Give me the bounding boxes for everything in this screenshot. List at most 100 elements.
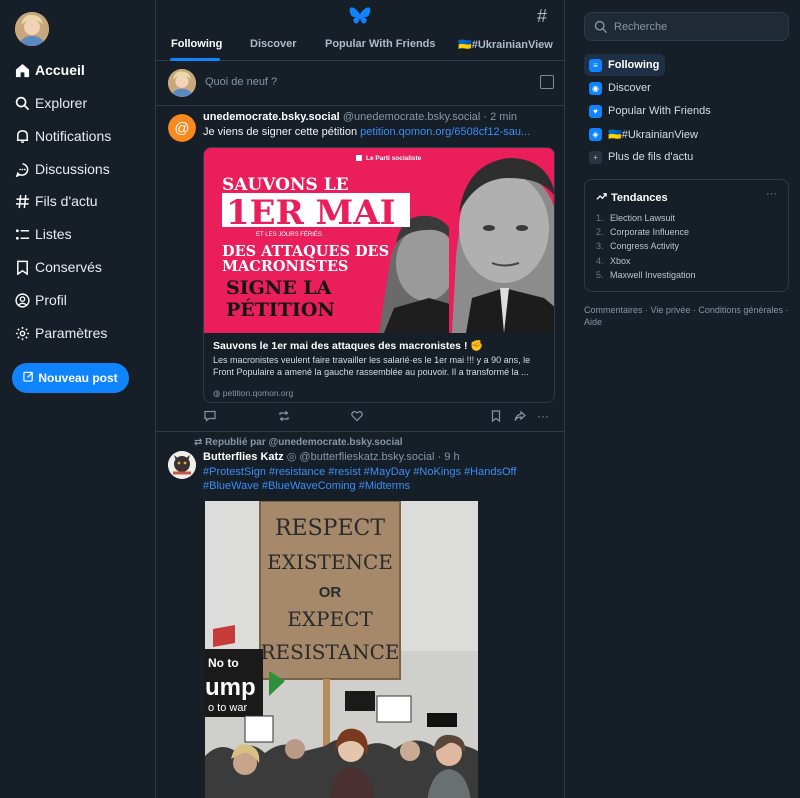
more-icon[interactable]: ···	[536, 409, 550, 423]
feed-link-ukrainianview[interactable]: ◈ 🇺🇦#UkrainianView	[584, 123, 704, 145]
like-icon[interactable]	[350, 409, 364, 423]
tab-discover[interactable]: Discover	[250, 38, 296, 50]
gear-icon	[14, 325, 30, 341]
bluesky-butterfly-icon[interactable]	[349, 6, 371, 26]
trend-item[interactable]: 4. Xbox	[596, 256, 631, 266]
new-post-button[interactable]: Nouveau post	[12, 363, 129, 393]
nav-home[interactable]: Accueil	[14, 62, 85, 78]
feeds-hash-icon[interactable]: #	[537, 6, 547, 27]
sign-line-4: EXPECT	[287, 607, 373, 631]
footer-link-terms[interactable]: Conditions générales	[698, 305, 783, 315]
search-icon	[594, 20, 608, 34]
composer-prompt[interactable]: Quoi de neuf ?	[156, 62, 564, 106]
more-feeds-link[interactable]: + Plus de fils d'actu	[584, 146, 699, 168]
post-hashtags[interactable]: #ProtestSign #resistance #resist #MayDay…	[203, 465, 543, 493]
trends-header: Tendances	[596, 191, 668, 205]
bookmark-icon[interactable]	[489, 409, 503, 423]
nav-notifications[interactable]: Notifications	[14, 128, 111, 144]
card-headline-5: MACRONISTES	[222, 258, 348, 275]
nav-label: Paramètres	[35, 325, 108, 341]
feed-link-discover[interactable]: ◉ Discover	[584, 77, 657, 99]
search-input[interactable]	[614, 20, 784, 33]
trends-panel: Tendances ··· 1. Election Lawsuit 2. Corpo…	[584, 179, 789, 292]
nav-feeds[interactable]: Fils d'actu	[14, 193, 98, 209]
post-author-avatar[interactable]: @	[168, 114, 196, 142]
edit-icon	[23, 371, 34, 385]
post-item[interactable]: @ unedemocrate.bsky.social @unedemocrate…	[156, 106, 564, 432]
home-icon	[14, 62, 30, 78]
nav-profile[interactable]: Profil	[14, 292, 67, 308]
search-bar[interactable]	[584, 12, 789, 41]
post-photo[interactable]: RESPECT EXISTENCE OR EXPECT RESISTANCE N…	[205, 501, 478, 798]
link-card[interactable]: Le Parti socialiste SAUVONS LE 1ER MAI E…	[203, 147, 555, 403]
author-handle[interactable]: @butterflieskatz.bsky.social	[299, 451, 434, 463]
bell-icon	[14, 128, 30, 144]
feed-link-following[interactable]: ≡ Following	[584, 54, 666, 76]
nav-label: Profil	[35, 292, 67, 308]
footer-links: Commentaires · Vie privée · Conditions g…	[584, 305, 789, 327]
bookmark-icon	[14, 259, 30, 275]
nav-discussions[interactable]: Discussions	[14, 161, 110, 177]
nav-settings[interactable]: Paramètres	[14, 325, 107, 341]
footer-link-help[interactable]: Aide	[584, 317, 602, 327]
trend-item[interactable]: 2. Corporate Influence	[596, 227, 689, 237]
tab-following[interactable]: Following	[171, 38, 222, 50]
nav-label: Accueil	[35, 62, 85, 78]
user-avatar[interactable]	[15, 12, 49, 46]
footer-link-feedback[interactable]: Commentaires	[584, 305, 643, 315]
card-title: Sauvons le 1er mai des attaques des macr…	[213, 340, 484, 352]
profile-icon	[14, 292, 30, 308]
card-image: Le Parti socialiste SAUVONS LE 1ER MAI E…	[204, 148, 554, 333]
feed-link-popular-with-friends[interactable]: ♥ Popular With Friends	[584, 100, 717, 122]
author-display-name[interactable]: Butterflies Katz	[203, 451, 284, 463]
list-icon	[14, 226, 30, 242]
nav-label: Discussions	[35, 161, 110, 177]
repost-indicator[interactable]: ⇄ Republié par @unedemocrate.bsky.social	[194, 437, 403, 448]
plus-icon: +	[589, 150, 602, 164]
nav-label: Listes	[35, 226, 72, 242]
feed-label: Popular With Friends	[608, 105, 711, 117]
sign-line-1: RESPECT	[275, 516, 385, 541]
nav-saved[interactable]: Conservés	[14, 259, 102, 275]
share-icon[interactable]	[513, 409, 527, 423]
author-display-name[interactable]: unedemocrate.bsky.social	[203, 111, 340, 123]
card-party-logo: Le Parti socialiste	[366, 155, 422, 162]
globe-icon: ◍	[213, 388, 221, 398]
tab-popular-with-friends[interactable]: Popular With Friends	[325, 38, 436, 50]
card-headline-1: SAUVONS LE	[222, 175, 349, 195]
repost-icon[interactable]	[277, 409, 291, 423]
post-time[interactable]: · 2 min	[483, 111, 517, 123]
post-link[interactable]: petition.qomon.org/6508cf12-sau...	[360, 126, 530, 138]
heart-feed-icon: ♥	[589, 104, 602, 118]
chat-icon	[14, 161, 30, 177]
card-headline-2: 1ER MAI	[226, 193, 396, 233]
trend-item[interactable]: 3. Congress Activity	[596, 241, 679, 251]
footer-link-privacy[interactable]: Vie privée	[651, 305, 691, 315]
repost-small-icon: ⇄	[194, 437, 203, 448]
active-tab-indicator	[170, 58, 220, 61]
svg-text:@: @	[174, 120, 189, 137]
author-handle[interactable]: @unedemocrate.bsky.social	[343, 111, 481, 123]
trend-item[interactable]: 5. Maxwell Investigation	[596, 270, 696, 280]
trend-item[interactable]: 1. Election Lawsuit	[596, 213, 675, 223]
post-item[interactable]: ⇄ Republié par @unedemocrate.bsky.social…	[156, 432, 564, 798]
reply-icon[interactable]	[203, 409, 217, 423]
feed-label: 🇺🇦#UkrainianView	[608, 128, 698, 141]
nav-lists[interactable]: Listes	[14, 226, 72, 242]
right-sidebar: ≡ Following ◉ Discover ♥ Popular With Fr…	[566, 0, 800, 798]
trending-icon	[596, 191, 607, 205]
new-post-label: Nouveau post	[38, 371, 118, 385]
nav-label: Notifications	[35, 128, 112, 144]
nav-label: Explorer	[35, 95, 88, 111]
post-author-avatar[interactable]	[168, 451, 196, 479]
post-body: Je viens de signer cette pétition	[203, 126, 358, 138]
tab-ukrainianview[interactable]: 🇺🇦#UkrainianView	[458, 38, 553, 51]
following-feed-icon: ≡	[589, 58, 602, 72]
post-time[interactable]: · 9 h	[438, 451, 460, 463]
trends-more-icon[interactable]: ···	[766, 188, 777, 200]
discover-feed-icon: ◉	[589, 81, 602, 95]
image-icon[interactable]	[540, 75, 554, 89]
nav-explore[interactable]: Explorer	[14, 95, 87, 111]
ukraine-feed-icon: ◈	[589, 127, 602, 141]
card-headline-7: PÉTITION	[226, 298, 335, 321]
